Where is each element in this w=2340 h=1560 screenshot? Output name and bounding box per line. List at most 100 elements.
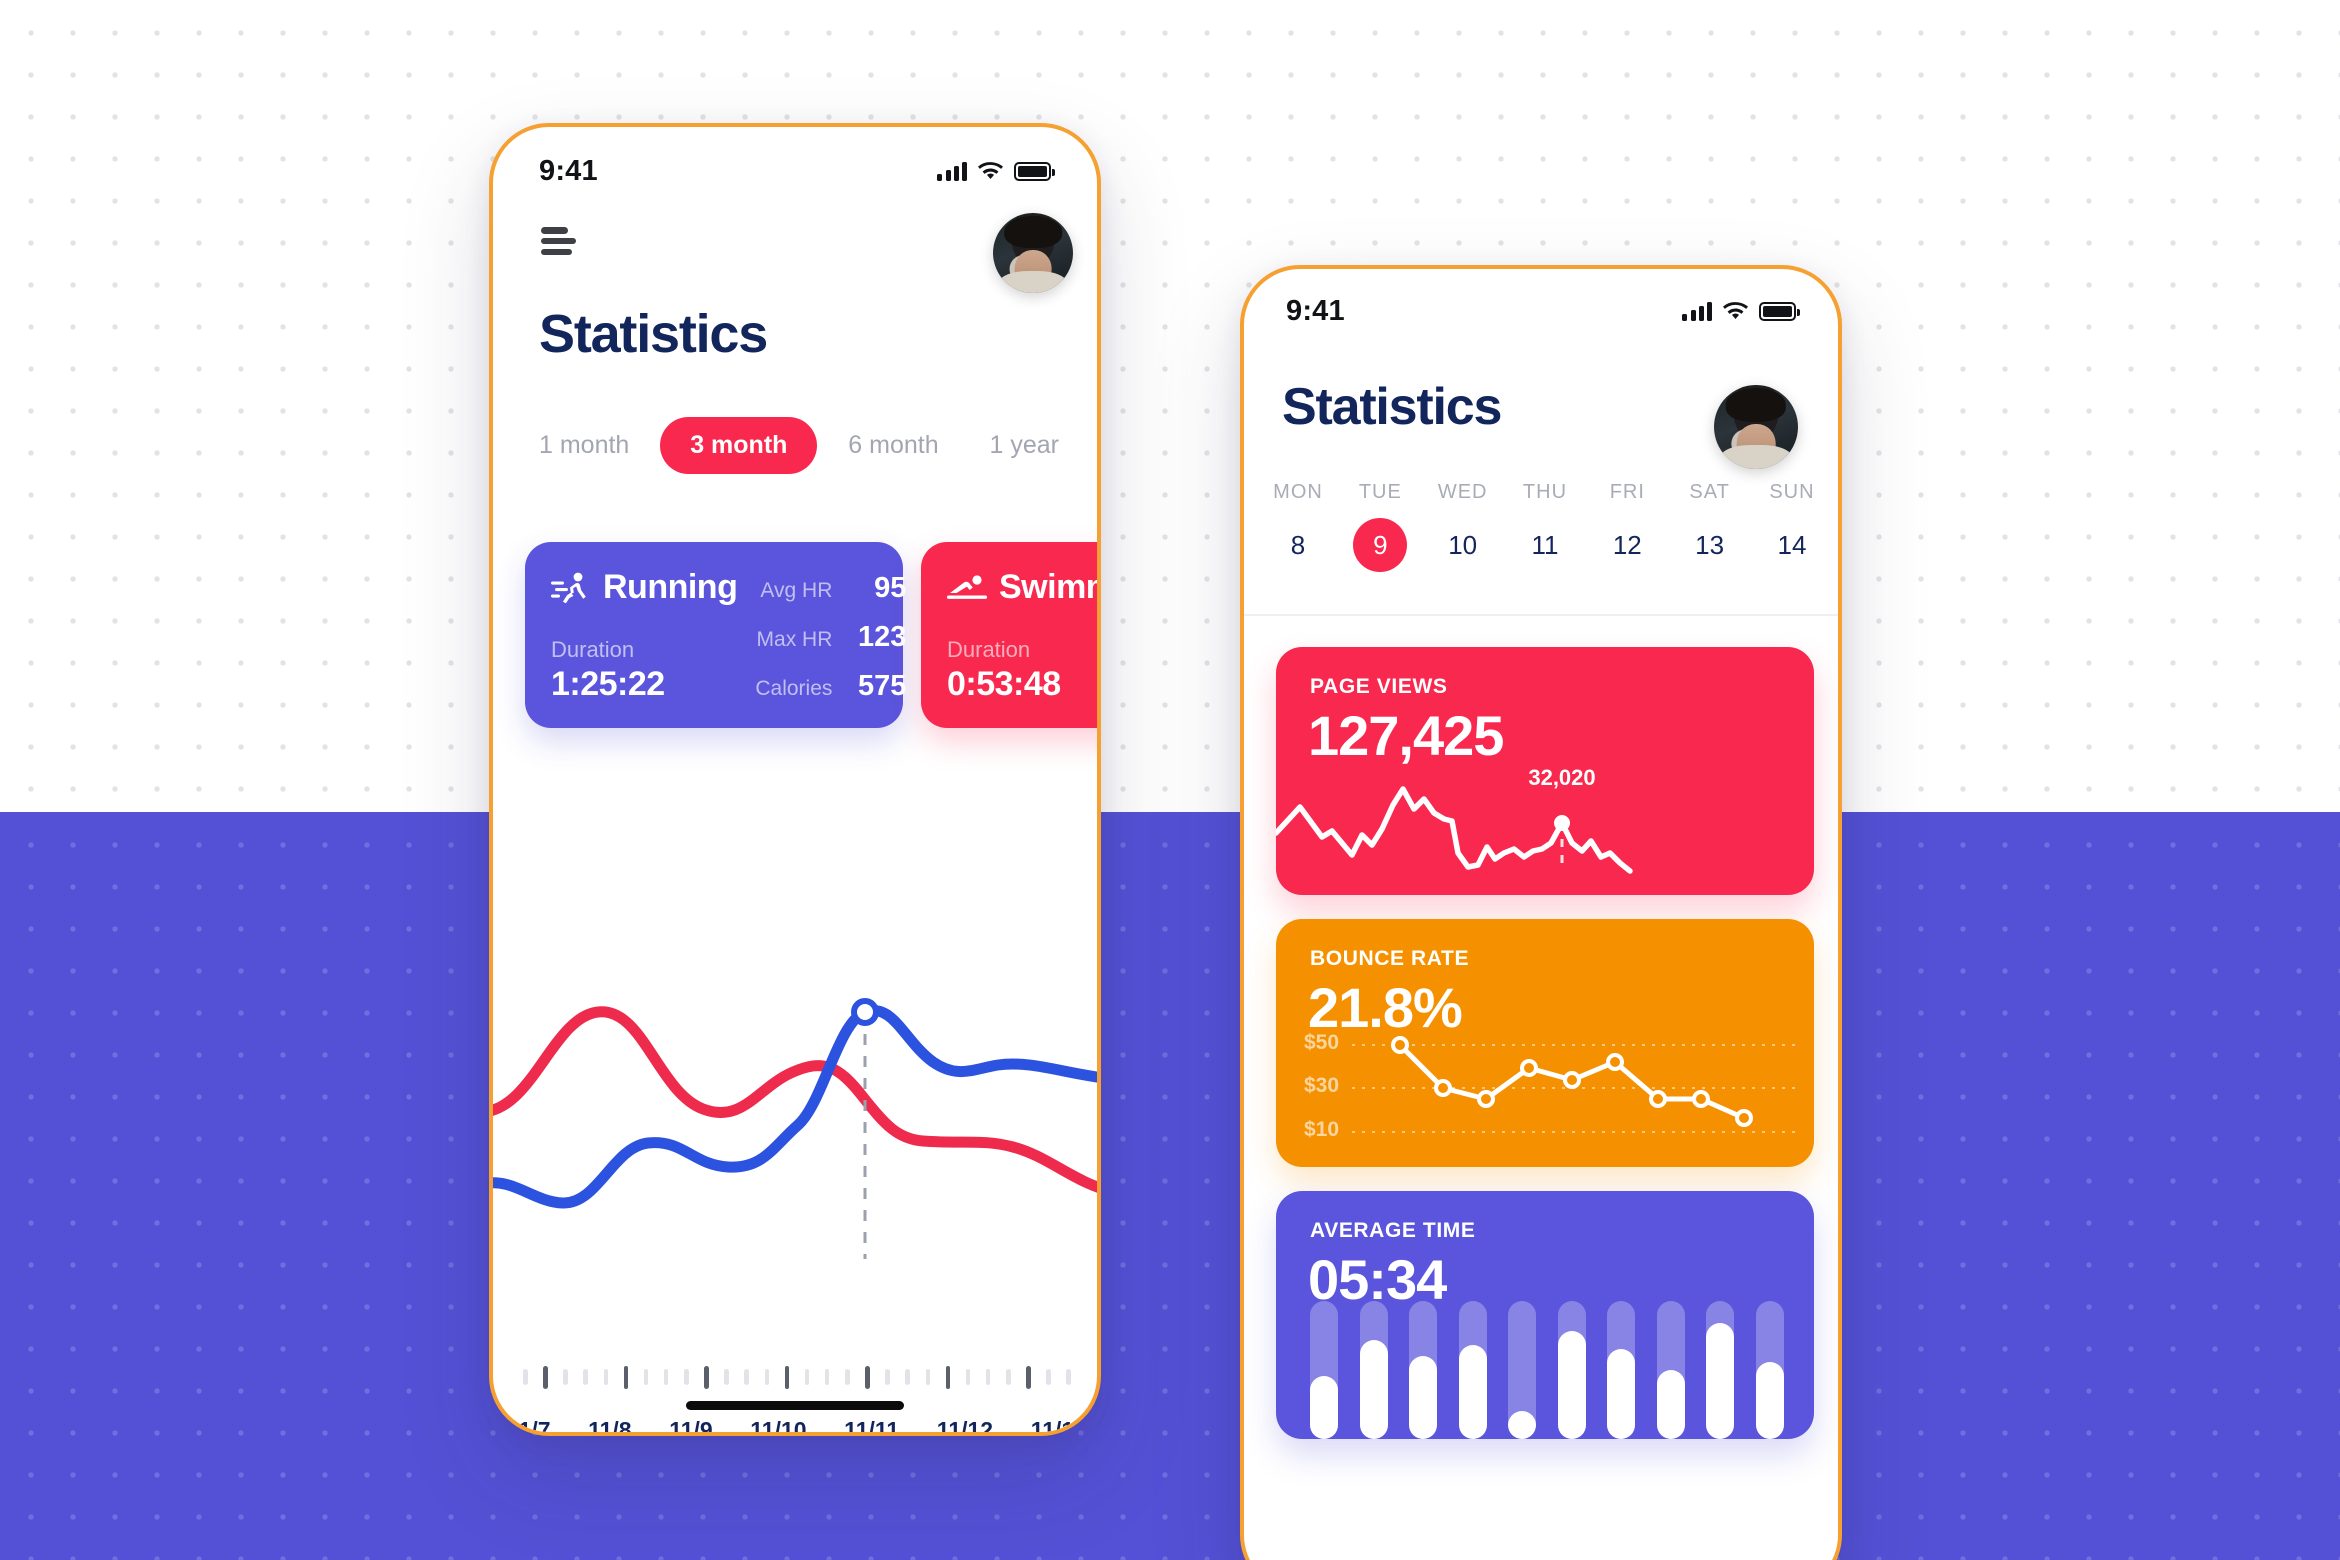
ruler-tick xyxy=(603,1369,608,1385)
duration-value: 0:53:48 xyxy=(947,665,1061,703)
y-axis-label-30: $30 xyxy=(1304,1074,1340,1097)
day-sun[interactable]: SUN 14 xyxy=(1754,481,1830,572)
day-name: FRI xyxy=(1609,481,1645,503)
bar-fill xyxy=(1310,1375,1338,1439)
tab-1-month[interactable]: 1 month xyxy=(519,417,649,474)
running-card-stats: Avg HR 95 Max HR 123 Calories 575 xyxy=(755,568,906,704)
bar-fill xyxy=(1755,1361,1784,1439)
ruler-tick xyxy=(925,1369,930,1385)
bar-track xyxy=(1409,1301,1438,1439)
stat-label: Avg HR xyxy=(760,579,833,602)
ruler-tick xyxy=(845,1369,850,1385)
tab-6-month[interactable]: 6 month xyxy=(828,417,958,474)
home-indicator[interactable] xyxy=(686,1401,904,1410)
day-name: SUN xyxy=(1769,481,1815,503)
dot-pattern-bottom xyxy=(0,812,2340,1560)
duration-value: 1:25:22 xyxy=(551,665,665,703)
phone-mockup-left: 9:41 Statistics 1 month 3 month 6 month … xyxy=(489,123,1101,1436)
chart-ruler[interactable] xyxy=(523,1363,1071,1391)
sparkline-point-marker[interactable] xyxy=(1554,815,1570,831)
duration-label: Duration xyxy=(551,637,635,662)
line-series-running xyxy=(493,1006,1097,1193)
bar-track xyxy=(1706,1301,1735,1439)
day-tue[interactable]: TUE 9 xyxy=(1342,481,1418,572)
signal-bars-icon xyxy=(1682,301,1712,321)
day-mon[interactable]: MON 8 xyxy=(1260,481,1336,572)
y-axis-label-50: $50 xyxy=(1304,1031,1340,1054)
duration-label: Duration xyxy=(947,637,1031,662)
day-name: THU xyxy=(1522,481,1568,503)
sparkline-point-label: 32,020 xyxy=(1528,765,1596,790)
stat-card-average-time[interactable]: AVERAGE TIME 05:34 xyxy=(1276,1191,1814,1439)
ruler-tick xyxy=(744,1369,749,1385)
day-name: WED xyxy=(1437,481,1488,503)
status-bar-left: 9:41 xyxy=(493,141,1097,201)
ruler-tick xyxy=(583,1369,588,1385)
dot-pattern-top xyxy=(0,0,2340,812)
ruler-tick xyxy=(804,1369,810,1385)
date-label: 11/10 xyxy=(750,1417,807,1436)
battery-icon xyxy=(1759,301,1800,321)
ruler-tick xyxy=(563,1369,568,1385)
activity-line-chart[interactable] xyxy=(493,847,1097,1267)
tab-1-year[interactable]: 1 year xyxy=(969,417,1078,474)
activity-card-swimming[interactable]: Swimming Duration 0:53:48 xyxy=(921,542,1097,728)
battery-icon xyxy=(1014,161,1055,181)
bar-fill xyxy=(1557,1331,1586,1439)
status-time: 9:41 xyxy=(539,154,598,187)
ruler-tick xyxy=(663,1369,669,1385)
day-thu[interactable]: THU 11 xyxy=(1507,481,1583,572)
running-card-main: Running Duration 1:25:22 xyxy=(551,568,738,704)
ruler-tick xyxy=(985,1369,991,1385)
day-fri[interactable]: FRI 12 xyxy=(1589,481,1665,572)
avatar-hair xyxy=(1725,388,1787,422)
ruler-tick-major xyxy=(623,1365,629,1389)
avatar-body xyxy=(1720,445,1792,469)
signal-bars-icon xyxy=(937,161,967,181)
status-icons xyxy=(1682,301,1800,321)
stat-max-hr: Max HR 123 xyxy=(755,621,907,654)
avatar[interactable] xyxy=(1714,385,1798,469)
stat-avg-hr: Avg HR 95 xyxy=(755,572,906,605)
ruler-tick xyxy=(905,1369,910,1385)
bar-fill xyxy=(1706,1323,1735,1439)
average-time-bar-chart xyxy=(1310,1289,1784,1439)
activity-card-running[interactable]: Running Duration 1:25:22 Avg HR 95 Max H… xyxy=(525,542,906,728)
stat-card-page-views[interactable]: PAGE VIEWS 127,425 32,020 xyxy=(1276,647,1814,895)
stat-card-bounce-rate[interactable]: BOUNCE RATE 21.8% $50 $30 $10 xyxy=(1276,919,1814,1167)
bar-fill xyxy=(1656,1370,1685,1439)
card-label: AVERAGE TIME xyxy=(1310,1219,1476,1242)
hamburger-menu-icon[interactable] xyxy=(541,227,583,255)
date-label: 11/9 xyxy=(669,1417,713,1436)
bar-track xyxy=(1557,1301,1586,1439)
ruler-tick xyxy=(684,1369,689,1385)
ruler-tick xyxy=(764,1369,769,1385)
ruler-tick-major xyxy=(945,1365,951,1389)
time-range-tabs: 1 month 3 month 6 month 1 year xyxy=(519,417,1079,474)
tab-3-month[interactable]: 3 month xyxy=(660,417,818,474)
running-person-icon xyxy=(551,571,591,605)
bar-fill xyxy=(1409,1356,1438,1439)
swimming-card-header: Swimming xyxy=(947,568,1097,607)
day-wed[interactable]: WED 10 xyxy=(1425,481,1501,572)
activity-name: Swimming xyxy=(999,568,1097,606)
chart-data-point-marker[interactable] xyxy=(851,998,879,1026)
bar-track xyxy=(1359,1301,1388,1439)
stat-value: 575 xyxy=(857,670,907,702)
day-number: 12 xyxy=(1612,530,1642,560)
avatar[interactable] xyxy=(993,213,1073,293)
day-sat[interactable]: SAT 13 xyxy=(1672,481,1748,572)
wifi-icon xyxy=(1723,301,1748,321)
stat-value: 95 xyxy=(874,572,907,604)
day-name: MON xyxy=(1273,481,1323,503)
ruler-tick-major xyxy=(784,1365,790,1389)
phone-mockup-right: 9:41 Statistics MON 8 TUE 9 WED 10 THU 1… xyxy=(1240,265,1842,1560)
sparkline-path xyxy=(1276,786,1633,874)
bar-track xyxy=(1656,1301,1685,1439)
page-title: Statistics xyxy=(1282,378,1502,436)
status-time: 9:41 xyxy=(1286,294,1345,327)
stat-value: 123 xyxy=(857,621,907,653)
ruler-tick xyxy=(965,1369,971,1385)
ruler-tick xyxy=(724,1369,729,1385)
bar-track xyxy=(1310,1301,1338,1439)
